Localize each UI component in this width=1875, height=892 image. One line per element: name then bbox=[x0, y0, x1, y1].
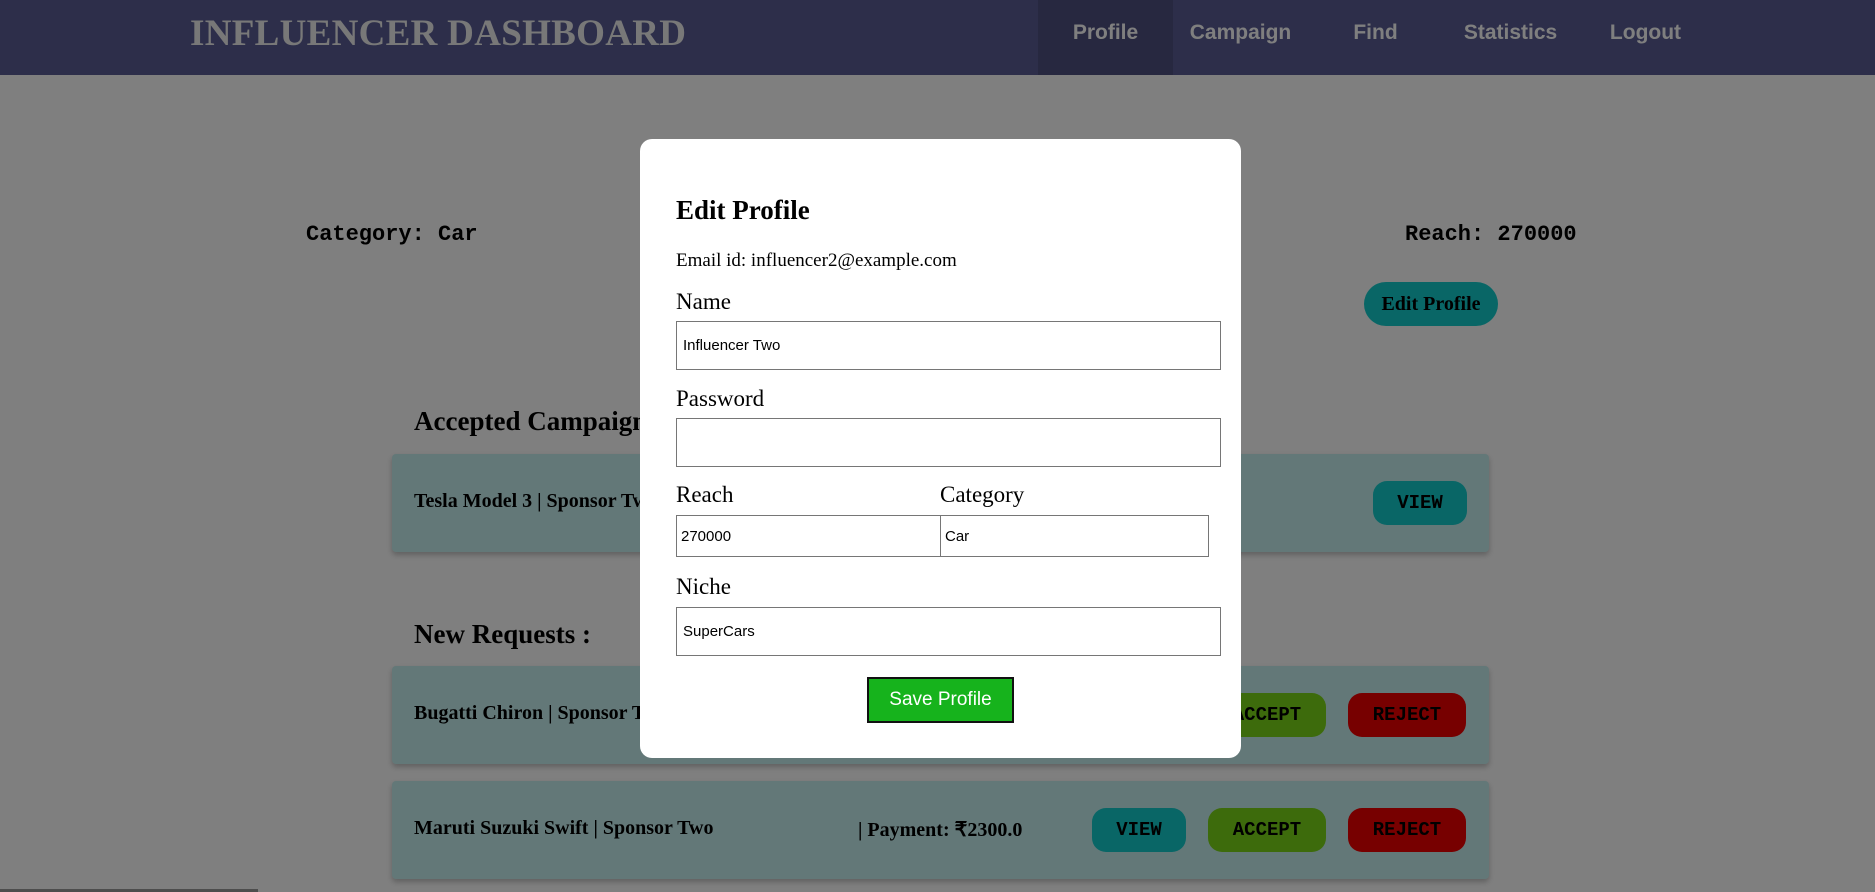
email-text: Email id: influencer2@example.com bbox=[676, 250, 957, 271]
modal-title: Edit Profile bbox=[676, 195, 810, 225]
name-input[interactable] bbox=[676, 321, 1221, 370]
category-input[interactable] bbox=[940, 515, 1209, 557]
reach-label: Reach bbox=[676, 482, 734, 507]
password-label: Password bbox=[676, 386, 765, 411]
niche-label: Niche bbox=[676, 574, 731, 599]
name-label: Name bbox=[676, 289, 731, 314]
edit-profile-modal: Edit Profile Email id: influencer2@examp… bbox=[640, 139, 1241, 758]
reach-input[interactable] bbox=[676, 515, 941, 557]
category-label: Category bbox=[940, 482, 1025, 507]
save-profile-button[interactable]: Save Profile bbox=[867, 677, 1014, 723]
password-input[interactable] bbox=[676, 418, 1221, 467]
niche-input[interactable] bbox=[676, 607, 1221, 656]
